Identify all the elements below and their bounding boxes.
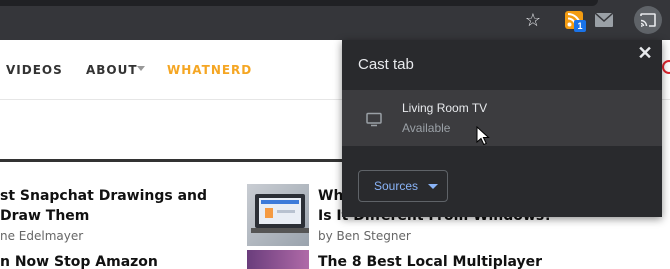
browser-toolbar: ☆ 1 bbox=[0, 0, 670, 40]
article-byline: ne Edelmayer bbox=[0, 229, 84, 243]
site-logo-fragment-icon bbox=[662, 60, 670, 74]
sink-status: Available bbox=[402, 121, 451, 135]
rss-extension-icon[interactable]: 1 bbox=[562, 8, 586, 32]
screen-block bbox=[265, 208, 273, 218]
article-byline: by Ben Stegner bbox=[318, 229, 411, 243]
article-card[interactable]: n Now Stop Amazon bbox=[0, 252, 158, 269]
extension-badge: 1 bbox=[574, 20, 586, 32]
nav-about-link[interactable]: ABOUT bbox=[86, 63, 138, 77]
address-bar-edge bbox=[0, 0, 598, 6]
article-card[interactable]: st Snapchat Drawings and Draw Them ne Ed… bbox=[0, 186, 207, 245]
mail-extension-icon[interactable] bbox=[592, 8, 616, 32]
section-divider bbox=[0, 159, 346, 162]
article-title[interactable]: n Now Stop Amazon bbox=[0, 252, 158, 269]
screen-bar bbox=[261, 200, 299, 204]
cast-icon[interactable] bbox=[634, 6, 662, 34]
cast-dialog: Cast tab ✕ Living Room TV Available Sour… bbox=[342, 40, 662, 217]
article-card[interactable]: The 8 Best Local Multiplayer bbox=[318, 252, 542, 269]
bookmark-star-icon[interactable]: ☆ bbox=[521, 8, 545, 32]
nav-videos-link[interactable]: VIDEOS bbox=[6, 63, 63, 77]
nav-whatnerd-link[interactable]: WHATNERD bbox=[167, 63, 252, 77]
article-thumbnail[interactable] bbox=[247, 184, 309, 246]
cast-glyph-icon bbox=[640, 13, 656, 27]
article-title[interactable]: The 8 Best Local Multiplayer bbox=[318, 252, 542, 269]
chevron-down-icon bbox=[428, 183, 439, 189]
article-thumbnail[interactable] bbox=[247, 250, 309, 269]
about-dropdown-caret-icon[interactable] bbox=[137, 66, 145, 71]
cast-sink-living-room-tv[interactable]: Living Room TV Available bbox=[342, 90, 662, 146]
article-title-line2[interactable]: Draw Them bbox=[0, 206, 207, 226]
close-icon[interactable]: ✕ bbox=[635, 42, 655, 64]
sources-label: Sources bbox=[374, 179, 419, 193]
laptop-base bbox=[251, 228, 309, 233]
article-title[interactable]: st Snapchat Drawings and bbox=[0, 186, 207, 206]
envelope-icon bbox=[595, 13, 613, 27]
sink-name: Living Room TV bbox=[402, 101, 488, 115]
screen-line bbox=[277, 210, 295, 213]
tv-icon bbox=[366, 112, 382, 127]
cast-dialog-title: Cast tab bbox=[358, 56, 414, 73]
sources-dropdown-button[interactable]: Sources bbox=[358, 170, 448, 202]
